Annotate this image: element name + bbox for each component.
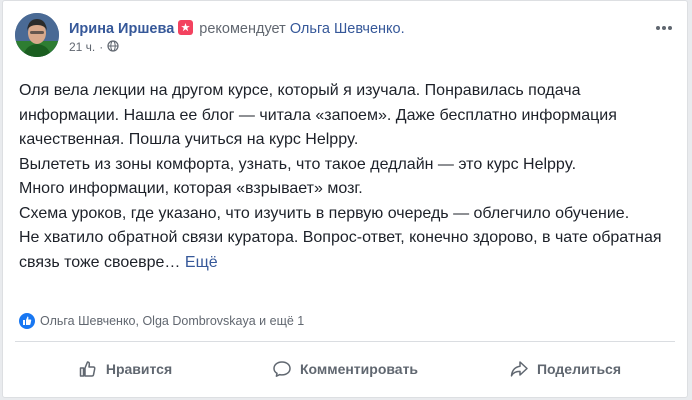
see-more-link[interactable]: Ещё (185, 254, 218, 271)
post-paragraph: Много информации, которая «взрывает» моз… (19, 180, 363, 197)
like-reaction-icon (19, 313, 35, 329)
post-card: Ирина Иршева рекомендует Ольга Шевченко. … (2, 0, 688, 398)
reactions-summary[interactable]: Ольга Шевченко, Olga Dombrovskaya и ещё … (19, 313, 304, 329)
recommended-page-link[interactable]: Ольга Шевченко. (290, 21, 405, 37)
meta-separator: · (99, 40, 104, 54)
share-button[interactable]: Поделиться (455, 349, 675, 389)
post-paragraph: Схема уроков, где указано, что изучить в… (19, 204, 630, 222)
like-button[interactable]: Нравится (15, 349, 235, 389)
author-avatar[interactable] (15, 13, 59, 57)
post-headline: Ирина Иршева рекомендует Ольга Шевченко. (69, 20, 405, 38)
post-paragraph-last: Не хватило обратной связи куратора. Вопр… (19, 226, 679, 275)
actions-divider (15, 341, 675, 342)
post-timestamp[interactable]: 21 ч. (69, 40, 95, 54)
globe-icon[interactable] (107, 40, 119, 55)
share-icon (510, 361, 528, 377)
reactions-text: Ольга Шевченко, Olga Dombrovskaya и ещё … (40, 314, 305, 328)
post-paragraph: Оля вела лекции на другом курсе, который… (19, 82, 617, 148)
recommend-verb: рекомендует (199, 21, 286, 37)
post-body: Оля вела лекции на другом курсе, который… (19, 79, 679, 275)
share-button-label: Поделиться (536, 361, 622, 377)
post-header: Ирина Иршева рекомендует Ольга Шевченко. … (15, 13, 675, 57)
recommend-icon (178, 20, 194, 35)
post-meta: 21 ч. · (69, 40, 119, 55)
avatar-photo (15, 13, 59, 57)
comment-button-label: Комментировать (299, 361, 419, 377)
comment-icon (273, 361, 291, 377)
more-options-icon[interactable] (653, 21, 675, 35)
author-name[interactable]: Ирина Иршева (69, 21, 174, 37)
post-actions: Нравится Комментировать Поделиться (15, 349, 675, 389)
comment-button[interactable]: Комментировать (235, 349, 455, 389)
thumbs-up-icon (79, 361, 96, 377)
post-paragraph-text: Не хватило обратной связи куратора. Вопр… (19, 229, 662, 271)
like-button-label: Нравится (105, 361, 173, 377)
post-paragraph: Вылететь из зоны комфорта, узнать, что т… (19, 155, 577, 173)
